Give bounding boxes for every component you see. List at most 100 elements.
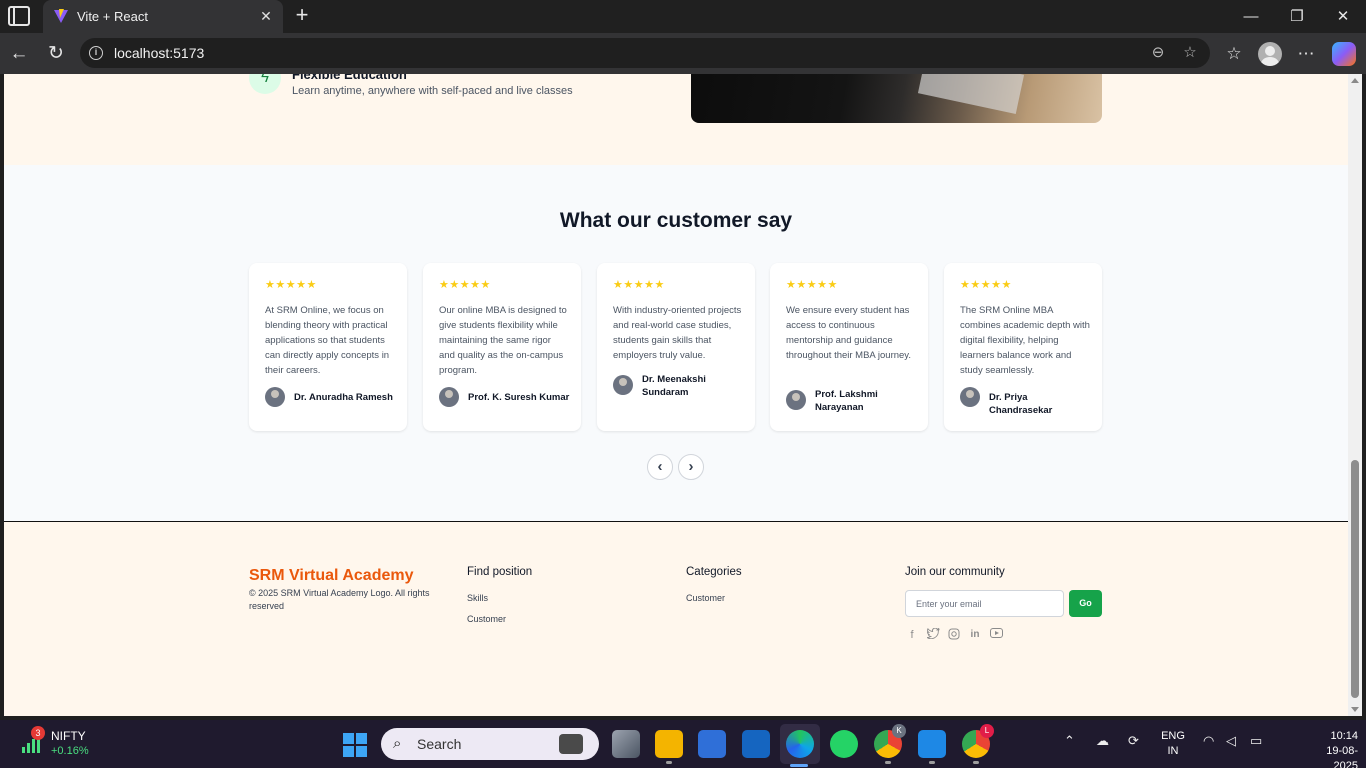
active-app-indicator [790,764,808,767]
footer-copyright: © 2025 SRM Virtual Academy Logo. All rig… [249,588,430,611]
testimonial-quote: The SRM Online MBA combines academic dep… [960,305,1090,376]
footer-brand[interactable]: SRM Virtual Academy [249,567,414,585]
microsoft-store-icon[interactable] [698,730,726,758]
close-window-icon[interactable]: ✕ [1320,0,1366,33]
vite-logo-icon [54,9,68,23]
restore-icon[interactable]: ❐ [1274,0,1320,33]
search-highlight-image [559,734,583,754]
chrome-profile-badge: L [980,724,994,738]
testimonial-quote: Our online MBA is designed to give stude… [439,305,567,376]
system-clock[interactable]: 10:14 19-08-2025 [1310,729,1358,768]
wifi-icon[interactable]: ◠ [1203,733,1214,749]
twitter-icon[interactable] [926,627,940,642]
site-info-icon[interactable]: i [89,46,103,60]
go-button[interactable]: Go [1069,590,1102,617]
tab-actions-icon[interactable] [8,6,30,26]
search-placeholder: Search [417,736,462,752]
close-tab-icon[interactable]: ✕ [257,6,275,26]
page-viewport: ϟ Flexible Education Learn anytime, anyw… [4,74,1348,716]
edge-icon[interactable] [786,730,814,758]
zoom-out-icon[interactable]: ⊖ [1148,43,1168,63]
carousel-next-button[interactable]: › [678,454,704,480]
language-indicator[interactable]: ENG IN [1158,729,1188,759]
chrome-icon[interactable]: L [962,724,994,764]
browser-tab[interactable]: Vite + React ✕ [43,0,283,33]
footer-heading-categories: Categories [686,566,742,578]
volume-icon[interactable]: ◁ [1226,733,1236,749]
footer-heading-find-position: Find position [467,566,533,578]
tab-strip: Vite + React ✕ + — ❐ ✕ [0,0,1366,33]
author-name: Dr. Anuradha Ramesh [294,392,393,403]
avatar [265,387,285,407]
feature-description: Learn anytime, anywhere with self-paced … [292,85,573,97]
linkedin-icon[interactable]: in [968,628,982,642]
task-view-icon[interactable] [612,730,640,758]
footer-link-customer[interactable]: Customer [467,614,506,624]
address-bar[interactable]: i localhost:5173 ⊖ ☆ [80,38,1210,68]
outlook-icon[interactable] [742,730,770,758]
copilot-icon[interactable] [1332,42,1356,66]
widget-value[interactable]: +0.16% [51,745,89,757]
vscode-icon[interactable] [918,730,946,764]
star-rating: ★★★★★ [265,279,317,291]
feature-title: Flexible Education [292,74,407,82]
scroll-down-icon[interactable] [1351,707,1359,712]
testimonials-section: What our customer say ★★★★★ At SRM Onlin… [4,165,1348,521]
scroll-up-icon[interactable] [1351,78,1359,83]
widget-title[interactable]: NIFTY [51,729,86,743]
more-menu-icon[interactable]: ⋯ [1293,41,1319,67]
minimize-icon[interactable]: — [1228,0,1274,33]
browser-toolbar: ← ↻ i localhost:5173 ⊖ ☆ ☆ ⋯ [0,33,1366,74]
chrome-profile-badge: K [892,724,906,738]
favorite-star-icon[interactable]: ☆ [1180,43,1200,63]
testimonial-card: ★★★★★ The SRM Online MBA combines academ… [944,263,1102,431]
carousel-prev-button[interactable]: ‹ [647,454,673,480]
windows-start-icon[interactable] [343,733,367,757]
avatar [439,387,459,407]
star-rating: ★★★★★ [960,279,1012,291]
back-icon[interactable]: ← [6,41,32,67]
battery-icon[interactable]: ▭ [1250,733,1262,749]
feature-image [691,74,1102,123]
footer-link-customer[interactable]: Customer [686,593,725,603]
testimonial-quote: At SRM Online, we focus on blending theo… [265,305,390,376]
testimonial-card: ★★★★★ With industry-oriented projects an… [597,263,755,431]
new-tab-icon[interactable]: + [290,4,314,28]
testimonial-card: ★★★★★ We ensure every student has access… [770,263,928,431]
star-rating: ★★★★★ [439,279,491,291]
footer-heading-community: Join our community [905,566,1005,578]
instagram-icon[interactable] [947,628,961,642]
profile-avatar-icon[interactable] [1258,42,1282,66]
onedrive-icon[interactable]: ☁ [1096,733,1109,749]
scroll-thumb[interactable] [1351,460,1359,698]
author-name: Prof. K. Suresh Kumar [468,392,570,403]
taskbar-search[interactable]: ⌕ Search [381,728,599,760]
tab-title: Vite + React [77,9,148,24]
chrome-icon[interactable]: K [874,724,906,764]
features-section: ϟ Flexible Education Learn anytime, anyw… [4,74,1348,165]
youtube-icon[interactable] [989,628,1003,642]
star-rating: ★★★★★ [786,279,838,291]
author-name: Prof. Lakshmi Narayanan [815,389,878,413]
file-explorer-icon[interactable] [655,730,683,764]
search-icon: ⌕ [393,735,402,752]
star-rating: ★★★★★ [613,279,665,291]
taskbar: 3 NIFTY +0.16% ⌕ Search K L ⌃ ☁ ⟳ ENG IN… [0,720,1366,768]
page-scrollbar[interactable] [1348,74,1362,716]
author-name: Dr. Meenakshi Sundaram [642,374,706,398]
language-code: ENG [1161,730,1185,742]
testimonial-quote: We ensure every student has access to co… [786,305,911,361]
avatar [960,387,980,407]
sync-icon[interactable]: ⟳ [1128,733,1139,749]
avatar [613,375,633,395]
refresh-icon[interactable]: ↻ [43,41,69,67]
email-field[interactable] [905,590,1064,617]
footer-link-skills[interactable]: Skills [467,593,488,603]
facebook-icon[interactable]: f [905,628,919,642]
favorites-icon[interactable]: ☆ [1221,41,1247,67]
show-hidden-icons-icon[interactable]: ⌃ [1064,733,1075,749]
clock-time: 10:14 [1330,730,1358,742]
testimonials-heading: What our customer say [559,209,793,232]
url-text[interactable]: localhost:5173 [114,45,204,61]
whatsapp-icon[interactable] [830,730,858,758]
